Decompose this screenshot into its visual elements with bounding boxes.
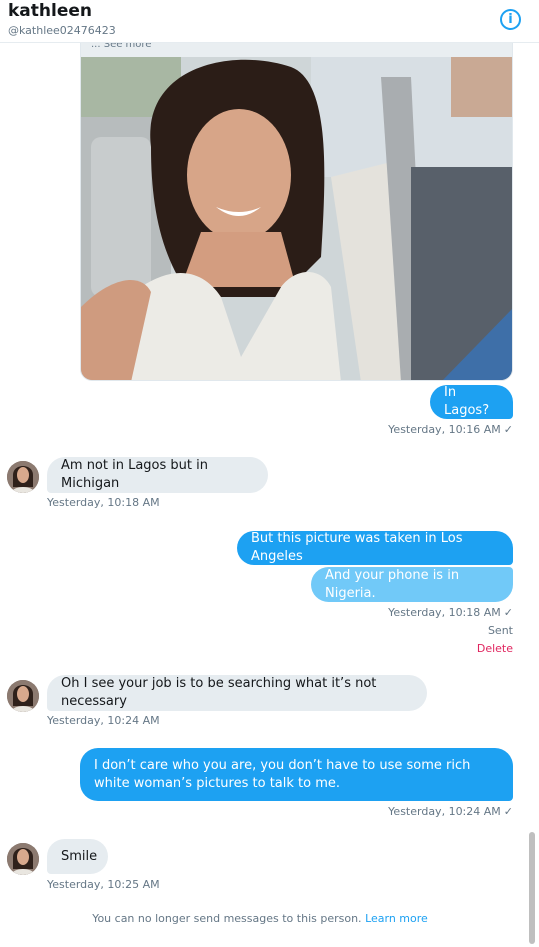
avatar[interactable]	[7, 461, 39, 493]
avatar[interactable]	[7, 843, 39, 875]
avatar-image	[7, 461, 39, 493]
message-meta: Yesterday, 10:18 AM ✓	[330, 606, 513, 619]
blocked-notice-text: You can no longer send messages to this …	[92, 912, 362, 925]
message-timestamp: Yesterday, 10:18 AM	[388, 606, 501, 619]
checkmark-icon: ✓	[503, 805, 513, 818]
avatar[interactable]	[7, 680, 39, 712]
blocked-notice: You can no longer send messages to this …	[0, 912, 520, 925]
scrollbar[interactable]	[529, 832, 535, 944]
checkmark-icon: ✓	[503, 606, 513, 619]
info-icon[interactable]: i	[500, 9, 521, 30]
message-text: Smile	[61, 848, 98, 864]
photo-attachment[interactable]: ... See more	[80, 36, 513, 381]
delete-button[interactable]: Delete	[413, 642, 513, 655]
message-text: Oh I see your job is to be searching wha…	[61, 676, 377, 709]
message-timestamp: Yesterday, 10:25 AM	[47, 878, 160, 891]
message-bubble-outgoing[interactable]: And your phone is in Nigeria.	[311, 567, 513, 602]
message-bubble-outgoing[interactable]: I don’t care who you are, you don’t have…	[80, 748, 513, 801]
message-bubble-incoming[interactable]: Oh I see your job is to be searching wha…	[47, 675, 427, 711]
avatar-image	[7, 843, 39, 875]
message-text: But this picture was taken in Los Angele…	[251, 531, 463, 564]
message-timestamp: Yesterday, 10:24 AM	[47, 714, 160, 727]
message-timestamp: Yesterday, 10:18 AM	[47, 496, 160, 509]
message-text: In Lagos?	[444, 385, 490, 418]
checkmark-icon: ✓	[503, 423, 513, 436]
contact-name[interactable]: kathleen	[8, 1, 92, 21]
selfie-image	[81, 57, 512, 380]
message-bubble-outgoing[interactable]: In Lagos?	[430, 385, 513, 419]
message-meta: Yesterday, 10:24 AM ✓	[330, 805, 513, 818]
message-text: Am not in Lagos but in Michigan	[61, 458, 208, 491]
contact-handle: @kathlee02476423	[8, 24, 116, 37]
learn-more-link[interactable]: Learn more	[365, 912, 428, 925]
message-bubble-incoming[interactable]: Smile	[47, 839, 108, 874]
message-bubble-incoming[interactable]: Am not in Lagos but in Michigan	[47, 457, 268, 493]
message-meta: Yesterday, 10:16 AM ✓	[330, 423, 513, 436]
message-timestamp: Yesterday, 10:16 AM	[388, 423, 501, 436]
message-text: I don’t care who you are, you don’t have…	[94, 757, 471, 791]
message-bubble-outgoing[interactable]: But this picture was taken in Los Angele…	[237, 531, 513, 565]
message-timestamp: Yesterday, 10:24 AM	[388, 805, 501, 818]
message-text: And your phone is in Nigeria.	[325, 567, 460, 601]
conversation-header: kathleen @kathlee02476423 i	[0, 0, 539, 43]
avatar-image	[7, 680, 39, 712]
sent-status: Sent	[487, 624, 513, 637]
